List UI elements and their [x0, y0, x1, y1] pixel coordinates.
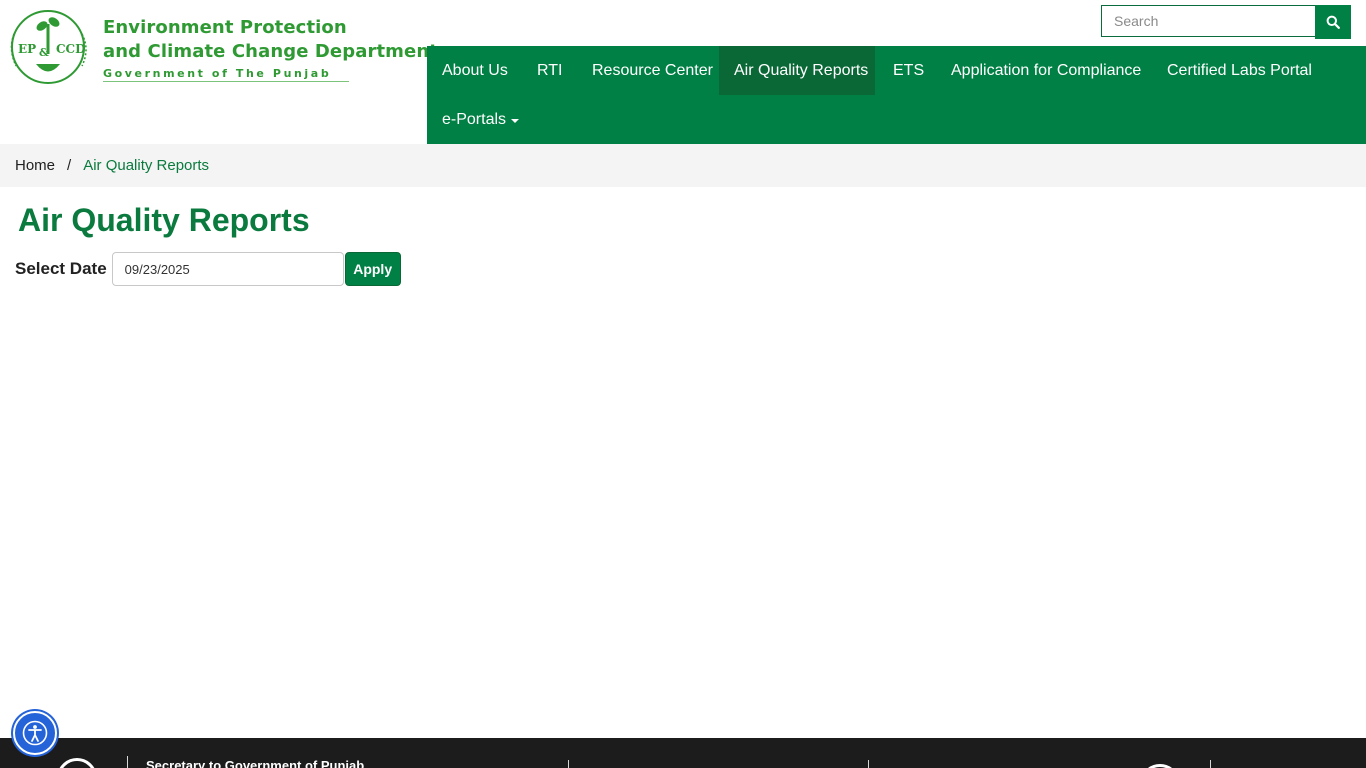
accessibility-button[interactable]	[13, 711, 57, 755]
nav-item-label: RTI	[537, 61, 563, 79]
nav-item-label: Air Quality Reports	[734, 61, 869, 79]
apply-button[interactable]: Apply	[344, 252, 401, 286]
search-field	[1101, 5, 1316, 37]
nav-item-label: ETS	[893, 61, 925, 79]
breadcrumb-home-link[interactable]: Home	[15, 157, 55, 174]
breadcrumb: Home / Air Quality Reports	[0, 144, 1366, 187]
search-input[interactable]	[1102, 6, 1316, 36]
svg-text:CCD: CCD	[56, 42, 86, 56]
date-label: Select Date	[15, 259, 107, 278]
main-navigation: About Us RTI Resource Center Air Quality…	[427, 46, 1366, 144]
footer-address-title: Secretary to Government of Punjab	[146, 758, 365, 768]
site-logo[interactable]: EP & CCD Environment Protection and Clim…	[6, 4, 438, 94]
nav-item-e-portals-dropdown[interactable]: e-Portals	[427, 95, 534, 144]
footer-logo-icon	[57, 758, 97, 768]
department-emblem-icon: EP & CCD	[10, 10, 87, 84]
nav-item-rti[interactable]: RTI	[522, 46, 577, 95]
nav-item-ets[interactable]: ETS	[878, 46, 939, 95]
nav-item-label: Certified Labs Portal	[1167, 61, 1312, 79]
nav-item-application-for-compliance[interactable]: Application for Compliance	[936, 46, 1156, 95]
search-icon	[1326, 15, 1340, 29]
svg-text:EP: EP	[18, 42, 36, 56]
page-title: Air Quality Reports	[18, 202, 310, 238]
search-button[interactable]	[1315, 5, 1351, 39]
accessibility-icon	[22, 720, 48, 746]
nav-item-about-us[interactable]: About Us	[427, 46, 523, 95]
nav-item-resource-center[interactable]: Resource Center	[577, 46, 728, 95]
breadcrumb-current: Air Quality Reports	[83, 157, 210, 174]
logo-text: Environment Protection and Climate Chang…	[103, 16, 438, 82]
logo-title-line2: and Climate Change Department	[103, 41, 438, 62]
footer-divider	[127, 756, 128, 768]
logo-title-line1: Environment Protection	[103, 17, 347, 38]
date-input[interactable]	[111, 252, 344, 286]
caret-down-icon	[511, 118, 520, 123]
logo-subtitle: Government of The Punjab	[103, 67, 350, 82]
nav-item-certified-labs-portal[interactable]: Certified Labs Portal	[1152, 46, 1327, 95]
footer-divider	[1210, 760, 1211, 768]
nav-item-label: Application for Compliance	[951, 61, 1142, 79]
nav-item-label: Resource Center	[592, 61, 713, 79]
footer-divider	[868, 760, 869, 768]
nav-item-label: About Us	[442, 61, 508, 79]
footer-divider	[568, 760, 569, 768]
site-footer: Secretary to Government of Punjab	[0, 738, 1366, 768]
date-filter: Select Date Apply	[15, 252, 401, 286]
nav-item-label: e-Portals	[442, 110, 507, 128]
footer-contact-icon	[1140, 764, 1180, 768]
svg-text:&: &	[39, 46, 49, 59]
breadcrumb-separator: /	[67, 157, 72, 174]
nav-item-air-quality-reports[interactable]: Air Quality Reports	[719, 46, 875, 95]
